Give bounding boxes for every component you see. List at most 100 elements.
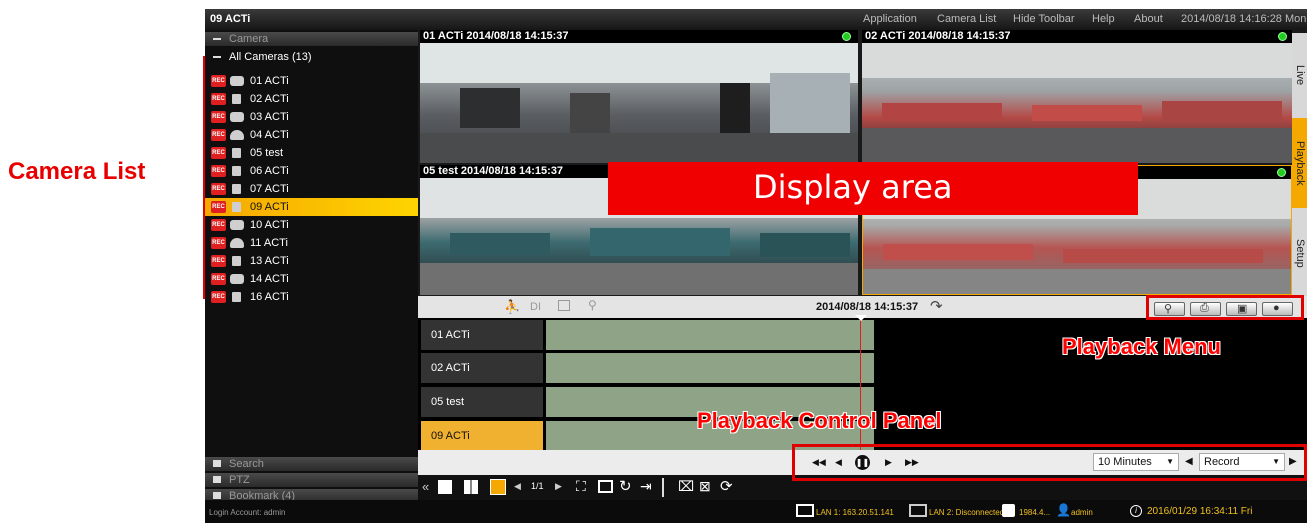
motion-filter-icon[interactable]: ⛹ — [504, 299, 520, 315]
rec-badge-icon: REC — [211, 255, 226, 267]
rec-badge-icon: REC — [211, 201, 226, 213]
layout-split-icon[interactable] — [464, 480, 478, 494]
bottom-toolbar: « ◀ 1/1 ▶ ⛶ ↻ ⇥ ⌧ ⊠ ⟳ — [418, 475, 1307, 500]
tamper-filter-icon[interactable]: ⚲ — [588, 298, 597, 312]
camera-name: 16 ACTi — [250, 291, 289, 303]
timeline-row-label[interactable]: 01 ACTi — [421, 320, 543, 350]
box-camera-icon — [232, 256, 241, 266]
expand-icon — [213, 492, 221, 499]
ptz-panel-header[interactable]: PTZ — [205, 473, 418, 487]
search-panel-header[interactable]: Search — [205, 457, 418, 471]
stream-status-icon — [1278, 32, 1287, 41]
stream-status-icon — [1277, 168, 1286, 177]
forward-fast-icon[interactable]: ▶▶ — [905, 457, 919, 468]
di-filter-button[interactable]: DI — [530, 301, 541, 313]
camera-name: 05 test — [250, 147, 284, 159]
timeline-row-label[interactable]: 09 ACTi — [421, 421, 543, 451]
playback-bookmark-button[interactable]: ● — [1262, 302, 1293, 316]
recording-segment[interactable] — [546, 353, 874, 383]
collapse-panel-icon[interactable]: « — [422, 479, 429, 494]
camera-list-item[interactable]: REC 14 ACTi — [205, 270, 418, 288]
camera-list-item[interactable]: REC 11 ACTi — [205, 234, 418, 252]
rec-badge-icon: REC — [211, 291, 226, 303]
all-cameras-node[interactable]: All Cameras (13) — [205, 50, 418, 64]
camera-list-item[interactable]: REC 02 ACTi — [205, 90, 418, 108]
camera-list-item[interactable]: REC 09 ACTi — [205, 198, 418, 216]
video-loss-filter-icon[interactable] — [558, 300, 570, 311]
snapshot-icon[interactable]: ⌧ — [678, 478, 694, 495]
rewind-fast-icon[interactable]: ◀◀ — [812, 457, 826, 468]
mode-next-icon[interactable]: ▶ — [1289, 456, 1297, 467]
window-icon[interactable] — [598, 480, 613, 493]
camera-sidebar: Camera All Cameras (13) REC 01 ACTi REC 02 … — [205, 30, 418, 503]
refresh-icon[interactable]: ↻ — [619, 477, 632, 495]
camera-list-item[interactable]: REC 16 ACTi — [205, 288, 418, 306]
menu-camera-list[interactable]: Camera List — [937, 13, 996, 25]
playback-export-button[interactable]: ▣ — [1226, 302, 1257, 316]
layout-quad-icon[interactable] — [490, 479, 506, 495]
timeline-row-label[interactable]: 02 ACTi — [421, 353, 543, 383]
lan1-icon — [796, 504, 814, 517]
expand-icon — [213, 476, 221, 483]
camera-list-item[interactable]: REC 05 test — [205, 144, 418, 162]
menu-about[interactable]: About — [1134, 13, 1163, 25]
camera-list-item[interactable]: REC 10 ACTi — [205, 216, 418, 234]
step-forward-icon[interactable]: ▶ — [885, 457, 892, 468]
recording-segment[interactable] — [546, 320, 874, 350]
camera-name: 01 ACTi — [250, 75, 289, 87]
sync-arrow-icon[interactable]: ↷ — [930, 297, 943, 315]
page-indicator: 1/1 — [531, 481, 544, 491]
office-scene-image — [420, 43, 858, 163]
rec-badge-icon: REC — [211, 273, 226, 285]
page-next-icon[interactable]: ▶ — [555, 481, 562, 492]
pause-button-icon[interactable]: ❚❚ — [855, 455, 870, 470]
camera-name: 06 ACTi — [250, 165, 289, 177]
playback-search-button[interactable]: ⚲ — [1154, 302, 1185, 316]
playhead-marker-icon[interactable] — [855, 315, 867, 321]
page-prev-icon[interactable]: ◀ — [514, 481, 521, 492]
rec-badge-icon: REC — [211, 237, 226, 249]
camera-list-item[interactable]: REC 07 ACTi — [205, 180, 418, 198]
mode-prev-icon[interactable]: ◀ — [1185, 456, 1193, 467]
camera-list-item[interactable]: REC 04 ACTi — [205, 126, 418, 144]
video-frame — [420, 43, 858, 163]
tab-setup[interactable]: Setup — [1292, 208, 1307, 298]
close-all-icon[interactable]: ⊠ — [699, 478, 711, 495]
lan1-status: LAN 1: 163.20.51.141 — [816, 508, 894, 517]
export-icon: ▣ — [1237, 303, 1248, 315]
expand-icon — [213, 460, 221, 467]
logout-icon[interactable]: ⟳ — [720, 477, 733, 495]
menu-clock: 2014/08/18 14:16:28 Mon — [1181, 13, 1307, 25]
camera-list-item[interactable]: REC 01 ACTi — [205, 72, 418, 90]
step-back-icon[interactable]: ◀ — [835, 457, 842, 468]
interval-select[interactable]: 10 Minutes ▼ — [1093, 453, 1179, 471]
camera-list-item[interactable]: REC 13 ACTi — [205, 252, 418, 270]
tile-title: 02 ACTi 2014/08/18 14:15:37 — [862, 30, 1292, 43]
layout-single-icon[interactable] — [438, 480, 452, 494]
menu-application[interactable]: Application — [863, 13, 917, 25]
camera-name: 11 ACTi — [250, 237, 288, 249]
exit-icon[interactable]: ⇥ — [640, 478, 652, 495]
pin-icon: ● — [1273, 302, 1280, 314]
menu-hide-toolbar[interactable]: Hide Toolbar — [1013, 13, 1075, 25]
tab-live[interactable]: Live — [1292, 33, 1307, 118]
chevron-down-icon: ▼ — [1166, 457, 1174, 466]
camera-list-item[interactable]: REC 06 ACTi — [205, 162, 418, 180]
rec-badge-icon: REC — [211, 111, 226, 123]
video-tile-02[interactable]: 02 ACTi 2014/08/18 14:15:37 — [862, 30, 1292, 163]
menu-help[interactable]: Help — [1092, 13, 1115, 25]
playback-snapshot-button[interactable]: ⎙ — [1190, 302, 1221, 316]
nvr-application-window: 09 ACTi Application Camera List Hide Too… — [205, 9, 1307, 523]
camera-list-item[interactable]: REC 03 ACTi — [205, 108, 418, 126]
rec-badge-icon: REC — [211, 93, 226, 105]
bullet-camera-icon — [230, 220, 244, 230]
toolbar-divider — [662, 478, 664, 497]
video-tile-01[interactable]: 01 ACTi 2014/08/18 14:15:37 — [420, 30, 858, 163]
tab-playback[interactable]: Playback — [1292, 118, 1307, 208]
camera-section-header[interactable]: Camera — [205, 32, 418, 46]
collapse-icon — [213, 56, 221, 58]
fullscreen-icon[interactable]: ⛶ — [576, 478, 586, 495]
tile-title: 01 ACTi 2014/08/18 14:15:37 — [420, 30, 858, 43]
mode-select[interactable]: Record ▼ — [1199, 453, 1285, 471]
timeline-row-label[interactable]: 05 test — [421, 387, 543, 417]
